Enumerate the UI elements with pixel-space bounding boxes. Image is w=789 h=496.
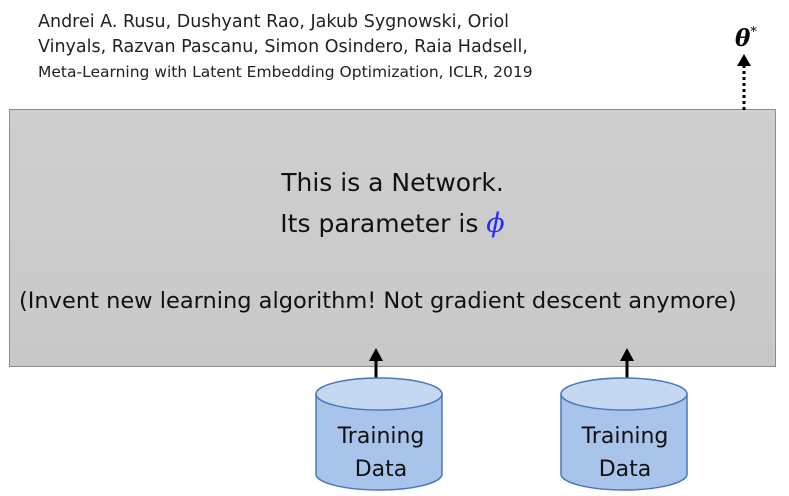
output-arrow-head xyxy=(737,54,751,66)
training-data-label-2-line1: Training xyxy=(581,424,669,449)
training-data-label-1: Training Data xyxy=(318,420,444,486)
training-data-label-2-line2: Data xyxy=(598,457,652,482)
training-data-label-1-line1: Training xyxy=(337,424,425,449)
training-data-label-1-line2: Data xyxy=(354,457,408,482)
input-arrow-2-head xyxy=(620,348,634,361)
training-data-label-2: Training Data xyxy=(562,420,688,486)
input-arrow-1-head xyxy=(369,348,383,361)
